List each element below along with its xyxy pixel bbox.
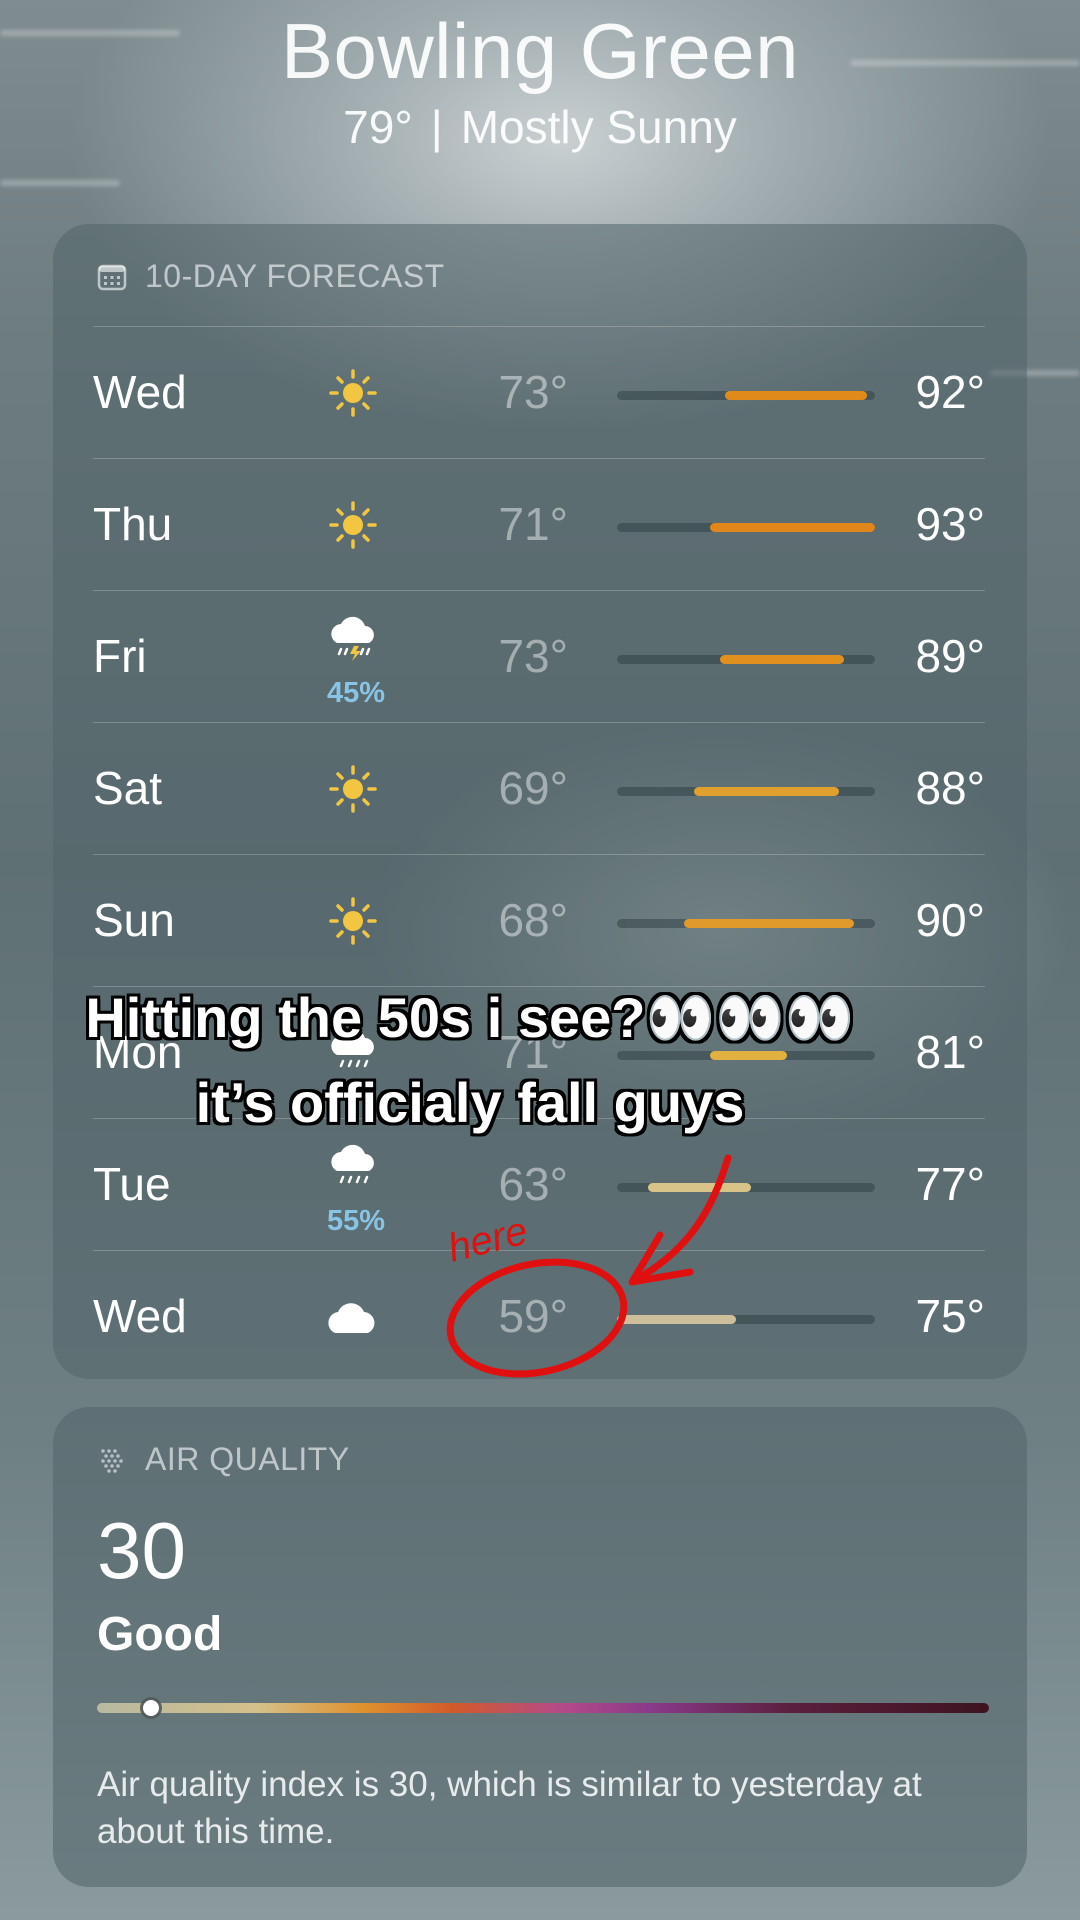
air-quality-title: AIR QUALITY [145,1441,350,1477]
annotation-text: here [444,1209,532,1271]
air-quality-header: AIR QUALITY [97,1441,350,1478]
aqi-indicator [142,1700,159,1716]
caption-line-1: Hitting the 50s i see?👀👀👀 [85,986,855,1049]
circle-mark [446,1258,628,1378]
aqi-label: Good [97,1608,223,1661]
aqi-scale-bar [97,1700,989,1716]
air-quality-card[interactable]: AIR QUALITY 30 Good Air quality index is… [53,1407,1027,1887]
aqi-description: Air quality index is 30, which is simila… [97,1765,922,1851]
air-quality-icon [97,1445,127,1475]
aqi-value: 30 [97,1506,186,1595]
caption-line-2: it’s officialy fall guys [195,1071,745,1134]
